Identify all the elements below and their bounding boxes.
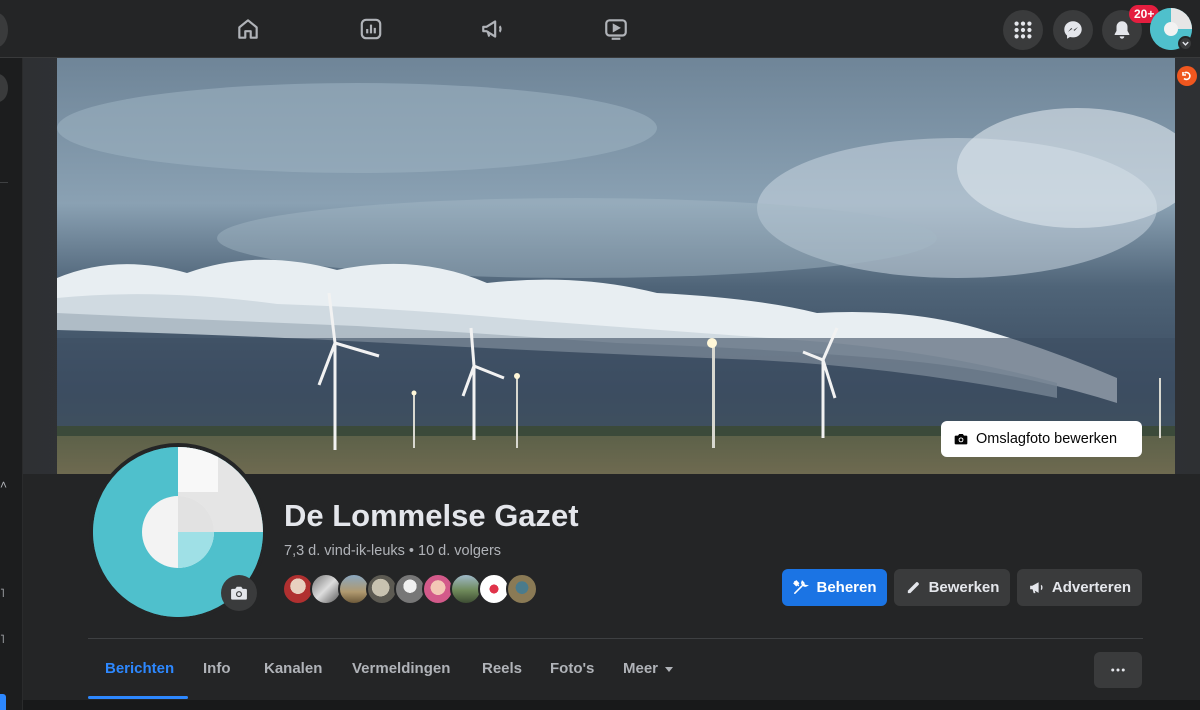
top-navigation-bar: 20+ (0, 0, 1200, 58)
page-bottom-band (23, 700, 1200, 710)
edit-label: Bewerken (928, 579, 1000, 596)
megaphone-icon (1030, 582, 1043, 594)
pencil-icon (907, 582, 919, 594)
video-icon[interactable] (601, 14, 631, 44)
page-title: De Lommelse Gazet (284, 498, 579, 533)
messenger-icon[interactable] (1053, 10, 1093, 50)
manage-label: Beheren (816, 579, 877, 596)
tab-info[interactable]: Info (203, 660, 231, 677)
follower-avatar[interactable] (506, 573, 538, 605)
sync-icon[interactable] (1177, 66, 1197, 86)
megaphone-icon[interactable] (478, 14, 508, 44)
edit-cover-photo-button[interactable]: Omslagfoto bewerken (941, 421, 1142, 457)
tab-label: Kanalen (264, 660, 323, 677)
caret-down-icon (665, 666, 674, 672)
sidebar-button[interactable] (0, 74, 8, 102)
home-icon[interactable] (233, 14, 263, 44)
advertise-button[interactable]: Adverteren (1017, 569, 1142, 606)
menu-grid-icon[interactable] (1003, 10, 1043, 50)
tab-vermeldingen[interactable]: Vermeldingen (352, 660, 450, 677)
chevron-down-icon[interactable] (1178, 36, 1193, 51)
sidebar-mark: ˥ (0, 586, 5, 600)
tab-label: Reels (482, 660, 523, 677)
follower-avatars[interactable] (282, 573, 538, 605)
page-stats: 7,3 d. vind-ik-leuks • 10 d. volgers (284, 543, 502, 559)
tab-label: Berichten (105, 660, 175, 677)
tab-berichten[interactable]: Berichten (105, 660, 174, 677)
tabs-divider (88, 638, 1143, 639)
edit-cover-photo-label: Omslagfoto bewerken (976, 431, 1118, 447)
tab-kanalen[interactable]: Kanalen (264, 660, 322, 677)
tools-icon (793, 580, 810, 594)
cover-photo[interactable] (57, 58, 1175, 474)
tab-label: Info (203, 660, 231, 677)
left-sidebar: ˄ ˥ ˥ (0, 58, 23, 710)
more-options-button[interactable] (1094, 652, 1142, 688)
sidebar-active-item[interactable] (0, 694, 6, 710)
tab-label: Meer (623, 660, 659, 677)
active-tab-indicator (88, 696, 188, 699)
camera-icon (954, 434, 968, 445)
manage-button[interactable]: Beheren (782, 569, 887, 606)
camera-icon (231, 586, 247, 600)
advertise-label: Adverteren (1051, 579, 1132, 596)
edit-button[interactable]: Bewerken (894, 569, 1010, 606)
sidebar-caret: ˄ (0, 478, 8, 492)
insights-icon[interactable] (356, 14, 386, 44)
tab-fotos[interactable]: Foto's (550, 660, 594, 677)
sidebar-divider (0, 182, 8, 183)
tab-reels[interactable]: Reels (482, 660, 522, 677)
tab-meer[interactable]: Meer (623, 660, 674, 677)
sidebar-mark: ˥ (0, 632, 5, 646)
tab-label: Vermeldingen (352, 660, 451, 677)
ellipsis-icon (1111, 668, 1125, 672)
profile-camera-button[interactable] (221, 575, 257, 611)
left-edge-button[interactable] (0, 13, 8, 47)
tab-label: Foto's (550, 660, 595, 677)
